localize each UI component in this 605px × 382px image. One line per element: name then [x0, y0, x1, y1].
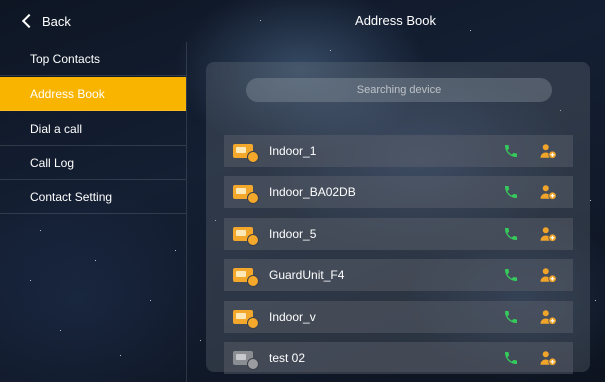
page-title: Address Book — [355, 13, 436, 28]
indoor-monitor-icon — [233, 310, 259, 329]
phone-icon[interactable] — [503, 143, 519, 159]
device-name: test 02 — [269, 351, 306, 365]
indoor-monitor-icon — [233, 144, 259, 163]
phone-icon[interactable] — [503, 309, 519, 325]
device-row[interactable]: Indoor_BA02DB — [224, 176, 573, 208]
device-name: GuardUnit_F4 — [269, 268, 345, 282]
indoor-monitor-icon — [233, 185, 259, 204]
device-row[interactable]: Indoor_5 — [224, 218, 573, 250]
add-contact-icon[interactable] — [539, 266, 557, 284]
sidebar: Top Contacts Address Book Dial a call Ca… — [0, 42, 187, 382]
add-contact-icon[interactable] — [539, 349, 557, 367]
back-label: Back — [42, 13, 71, 29]
device-row[interactable]: Indoor_v — [224, 301, 573, 333]
phone-icon[interactable] — [503, 350, 519, 366]
device-name: Indoor_1 — [269, 144, 317, 158]
add-contact-icon[interactable] — [539, 142, 557, 160]
sidebar-item-address-book[interactable]: Address Book — [0, 77, 186, 111]
top-bar: Back Address Book — [0, 0, 605, 42]
phone-icon[interactable] — [503, 184, 519, 200]
phone-icon[interactable] — [503, 267, 519, 283]
sidebar-item-call-log[interactable]: Call Log — [0, 146, 186, 180]
indoor-monitor-icon — [233, 227, 259, 246]
device-row[interactable]: Indoor_1 — [224, 135, 573, 167]
sidebar-item-contact-setting[interactable]: Contact Setting — [0, 180, 186, 214]
device-name: Indoor_5 — [269, 227, 317, 241]
device-name: Indoor_v — [269, 310, 316, 324]
phone-icon[interactable] — [503, 226, 519, 242]
sidebar-item-dial-a-call[interactable]: Dial a call — [0, 112, 186, 146]
device-name: Indoor_BA02DB — [269, 185, 356, 199]
search-status-bar[interactable]: Searching device — [246, 78, 552, 102]
add-contact-icon[interactable] — [539, 308, 557, 326]
indoor-monitor-icon — [233, 351, 259, 370]
add-contact-icon[interactable] — [539, 183, 557, 201]
back-button[interactable]: Back — [0, 0, 186, 42]
device-row[interactable]: test 02 — [224, 342, 573, 374]
device-row[interactable]: GuardUnit_F4 — [224, 259, 573, 291]
indoor-monitor-icon — [233, 268, 259, 287]
add-contact-icon[interactable] — [539, 225, 557, 243]
sidebar-item-top-contacts[interactable]: Top Contacts — [0, 42, 186, 76]
chevron-left-icon — [21, 13, 37, 29]
